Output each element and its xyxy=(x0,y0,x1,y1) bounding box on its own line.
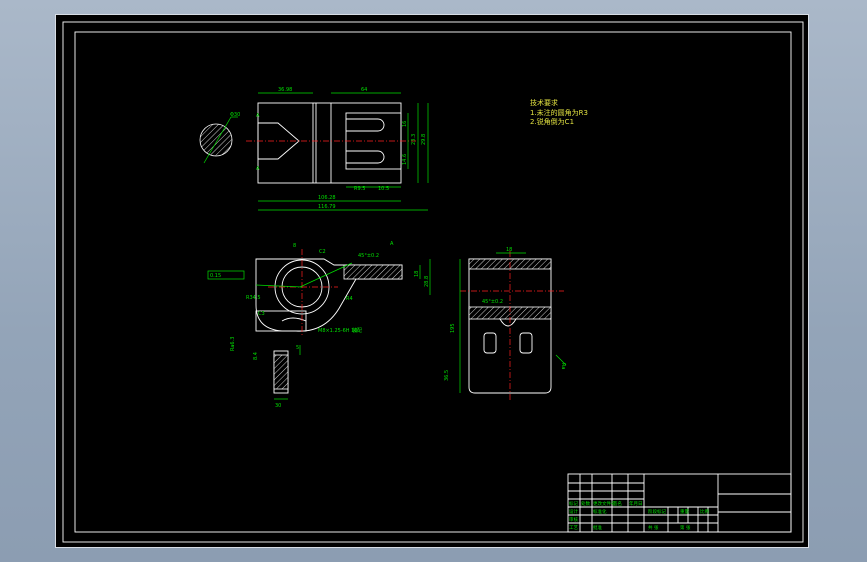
v2-dim-vert: Ra6.3 xyxy=(230,337,236,351)
cad-drawing: Φ30 36.98 64 16 23.3 29.8 14.6 R9.5 10.5… xyxy=(62,21,804,543)
v1-dim-top-left: 36.98 xyxy=(278,87,292,93)
v2-dim-thread-note: 装配 xyxy=(352,327,362,334)
v2-label-a: A xyxy=(390,241,394,247)
tech-notes: 技术要求 1.未注的圆角为R3 2.锐角倒为C1 xyxy=(530,98,588,126)
v2-dim-chamfer: C2 xyxy=(319,249,326,255)
v2-dim-right-h2: 28.8 xyxy=(424,276,430,287)
v2-dim-angle: 45°±0.2 xyxy=(358,253,379,259)
tb-page: 第 张 xyxy=(680,524,691,531)
v3-dim-left-h2: 36.5 xyxy=(444,370,450,381)
tb-sheet: 共 张 xyxy=(648,524,659,531)
v2-dim-top-small: 8 xyxy=(293,243,296,249)
tb-check: 审核 xyxy=(569,516,578,523)
v2-dim-circle: R34.5 xyxy=(246,295,261,301)
v2-dim-left-tol: 0.15 xyxy=(210,273,221,279)
tb-stage: 阶段标记 xyxy=(648,508,666,515)
tb-craft: 工艺 xyxy=(569,525,578,531)
v1-dim-slot-b: 10.5 xyxy=(378,186,389,192)
tb-c2: 处数 xyxy=(581,500,590,507)
v2-dim-small-v: 5 xyxy=(296,345,299,351)
view3-side-view: 18 195 36.5 45°±0.2 Ra xyxy=(444,247,567,400)
tb-design: 设计 xyxy=(569,508,578,515)
v2-dim-side: 8.4 xyxy=(253,352,259,360)
section-circle xyxy=(199,123,233,157)
title-block: 标记 处数 更改文件号 签名 年月日 设计 标准化 审核 工艺 批准 阶段标记 … xyxy=(567,473,792,533)
tb-std: 标准化 xyxy=(593,508,607,515)
tb-c1: 标记 xyxy=(569,500,578,507)
tech-notes-title: 技术要求 xyxy=(530,98,558,107)
v1-circle-dim: Φ30 xyxy=(230,112,240,118)
tb-c6: 年月日 xyxy=(629,500,643,507)
tb-scale: 比例 xyxy=(700,508,709,515)
tb-c5: 签名 xyxy=(613,500,622,507)
v1-dim-slot-a: R9.5 xyxy=(354,186,365,192)
outer-frame xyxy=(62,21,804,543)
v1-dim-total-inner: 106.28 xyxy=(318,195,336,201)
v3-dim-section: 45°±0.2 xyxy=(482,299,503,305)
v1-section-label-top: A xyxy=(256,113,260,119)
v1-dim-right-small: 14.6 xyxy=(402,154,408,165)
v3-dim-top: 18 xyxy=(506,247,512,253)
view2-front-view: 8 C2 45°±0.2 A 18 28.8 0.15 R34.5 R4 C3 … xyxy=(207,241,431,409)
tech-notes-line1: 1.未注的圆角为R3 xyxy=(530,108,588,117)
v2-dim-bottom: 30 xyxy=(275,403,281,409)
v1-dim-top-right: 64 xyxy=(361,87,367,93)
v2-dim-r-small: R4 xyxy=(346,296,353,302)
tb-weight: 重量 xyxy=(680,508,689,515)
drawing-viewport[interactable]: Φ30 36.98 64 16 23.3 29.8 14.6 R9.5 10.5… xyxy=(55,14,809,548)
v1-dim-right-inner: 16 xyxy=(402,121,408,127)
tb-approve: 批准 xyxy=(593,524,602,531)
v1-dim-right-outer: 29.8 xyxy=(421,134,427,145)
v1-dim-total-outer: 116.79 xyxy=(318,204,336,210)
v3-dim-left-h: 195 xyxy=(450,323,456,333)
view1-top-view: Φ30 36.98 64 16 23.3 29.8 14.6 R9.5 10.5… xyxy=(199,87,429,211)
v1-dim-right-mid: 23.3 xyxy=(411,134,417,145)
v2-dim-c3: C3 xyxy=(258,311,265,317)
inner-frame xyxy=(74,31,792,533)
v2-dim-right-h: 18 xyxy=(414,271,420,277)
tech-notes-line2: 2.锐角倒为C1 xyxy=(530,117,574,126)
v1-section-label-bottom: A xyxy=(256,166,260,172)
